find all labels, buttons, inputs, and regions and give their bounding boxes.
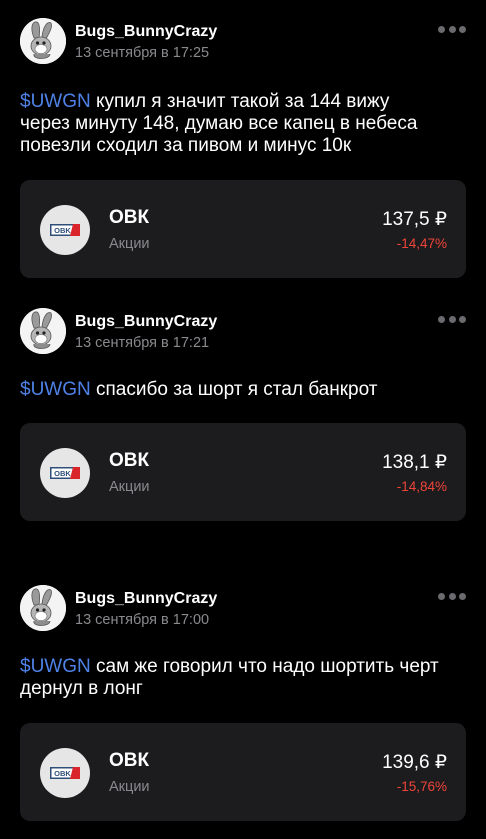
post-text-fragment: купил я значит такой за 144 вижу [90, 91, 390, 112]
ovk-logo-icon: OBK [40, 748, 90, 798]
post-text: $UWGN сам же говорил что надо шортить че… [20, 656, 470, 700]
post-text: $UWGN купил я значит такой за 144 вижу ч… [20, 91, 470, 157]
instrument-change: -14,84% [396, 479, 447, 494]
instrument-price: 138,1 ₽ [382, 452, 447, 473]
post-text-fragment: спасибо за шорт я стал банкрот [90, 379, 378, 400]
post-text-line: повезли сходил за пивом и минус 10к [20, 135, 352, 156]
ticker-link[interactable]: $UWGN [20, 379, 91, 400]
author-name[interactable]: Bugs_BunnyCrazy [75, 313, 217, 331]
instrument-type: Акции [109, 236, 150, 252]
instrument-type: Акции [109, 779, 150, 795]
post-text-line: $UWGN сам же говорил что надо шортить че… [20, 656, 470, 678]
instrument-name: ОВК [109, 450, 150, 471]
more-icon[interactable] [438, 314, 466, 324]
instrument-card[interactable]: OBK ОВК Акции 138,1 ₽ -14,84% [20, 423, 466, 521]
post-date: 13 сентября в 17:25 [75, 45, 210, 61]
instrument-price: 139,6 ₽ [382, 752, 447, 773]
post-text-line: $UWGN купил я значит такой за 144 вижу [20, 91, 470, 113]
post-header: Bugs_BunnyCrazy 13 сентября в 17:00 [20, 585, 466, 633]
ticker-link[interactable]: $UWGN [20, 656, 91, 677]
bugs-bunny-avatar-icon [20, 18, 66, 64]
bugs-bunny-avatar-icon [20, 585, 66, 631]
avatar[interactable] [20, 18, 66, 64]
ovk-logo-icon: OBK [40, 205, 90, 255]
author-name[interactable]: Bugs_BunnyCrazy [75, 590, 217, 608]
post-text: $UWGN спасибо за шорт я стал банкрот [20, 379, 470, 401]
instrument-price: 137,5 ₽ [382, 209, 447, 230]
svg-text:OBK: OBK [54, 226, 71, 235]
ovk-logo-icon: OBK [40, 448, 90, 498]
bugs-bunny-avatar-icon [20, 308, 66, 354]
ticker-link[interactable]: $UWGN [20, 91, 91, 112]
instrument-card[interactable]: OBK ОВК Акции 137,5 ₽ -14,47% [20, 180, 466, 278]
instrument-type: Акции [109, 479, 150, 495]
post-header: Bugs_BunnyCrazy 13 сентября в 17:25 [20, 18, 466, 66]
author-name[interactable]: Bugs_BunnyCrazy [75, 23, 217, 41]
post-date: 13 сентября в 17:21 [75, 335, 210, 351]
post-header: Bugs_BunnyCrazy 13 сентября в 17:21 [20, 308, 466, 356]
instrument-change: -14,47% [396, 236, 447, 251]
post-text-line: дернул в лонг [20, 678, 143, 699]
svg-text:OBK: OBK [54, 769, 71, 778]
instrument-card[interactable]: OBK ОВК Акции 139,6 ₽ -15,76% [20, 723, 466, 821]
instrument-change: -15,76% [396, 779, 447, 794]
post-text-fragment: сам же говорил что надо шортить черт [90, 656, 439, 677]
avatar[interactable] [20, 308, 66, 354]
more-icon[interactable] [438, 591, 466, 601]
post-text-line: $UWGN спасибо за шорт я стал банкрот [20, 379, 470, 401]
post-date: 13 сентября в 17:00 [75, 612, 210, 628]
instrument-name: ОВК [109, 207, 150, 228]
instrument-name: ОВК [109, 750, 150, 771]
avatar[interactable] [20, 585, 66, 631]
more-icon[interactable] [438, 24, 466, 34]
post-text-line: через минуту 148, думаю все капец в небе… [20, 113, 418, 134]
svg-text:OBK: OBK [54, 469, 71, 478]
